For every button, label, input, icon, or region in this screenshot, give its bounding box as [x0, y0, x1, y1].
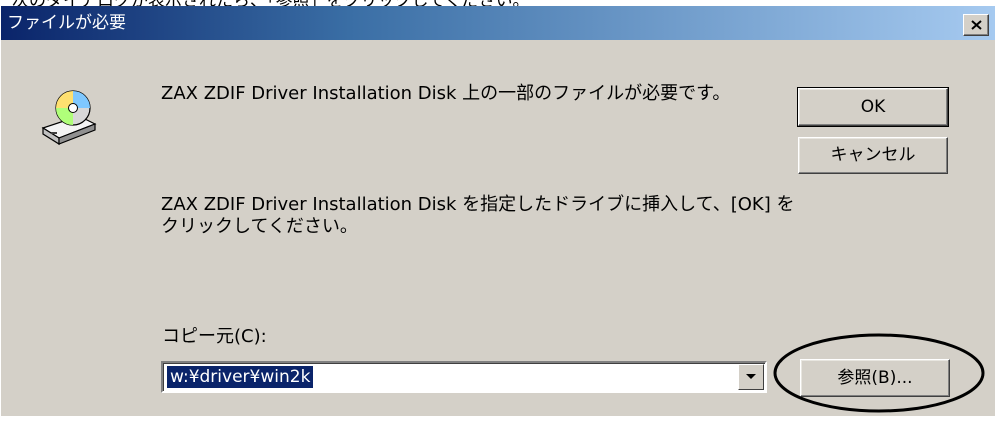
copy-from-label: コピー元(C): — [162, 326, 267, 347]
cancel-button[interactable]: キャンセル — [798, 137, 948, 174]
close-icon — [971, 20, 982, 30]
browse-button[interactable]: 参照(B)... — [800, 359, 950, 397]
ok-button[interactable]: OK — [797, 87, 949, 127]
close-button[interactable] — [963, 14, 989, 36]
chevron-down-icon — [746, 374, 756, 379]
message-insert-disk: ZAX ZDIF Driver Installation Disk を指定したド… — [161, 194, 795, 237]
copy-from-value[interactable]: w:¥driver¥win2k — [167, 366, 314, 388]
cd-drive-icon — [41, 90, 97, 146]
file-required-dialog: ファイルが必要 ZAX ZDIF Driver Installation Dis… — [0, 6, 995, 416]
title-bar[interactable]: ファイルが必要 — [1, 6, 995, 40]
dialog-title: ファイルが必要 — [7, 13, 126, 33]
dropdown-button[interactable] — [738, 364, 764, 390]
copy-from-combobox[interactable]: w:¥driver¥win2k — [161, 361, 767, 393]
message-required-files: ZAX ZDIF Driver Installation Disk 上の一部のフ… — [161, 83, 731, 104]
